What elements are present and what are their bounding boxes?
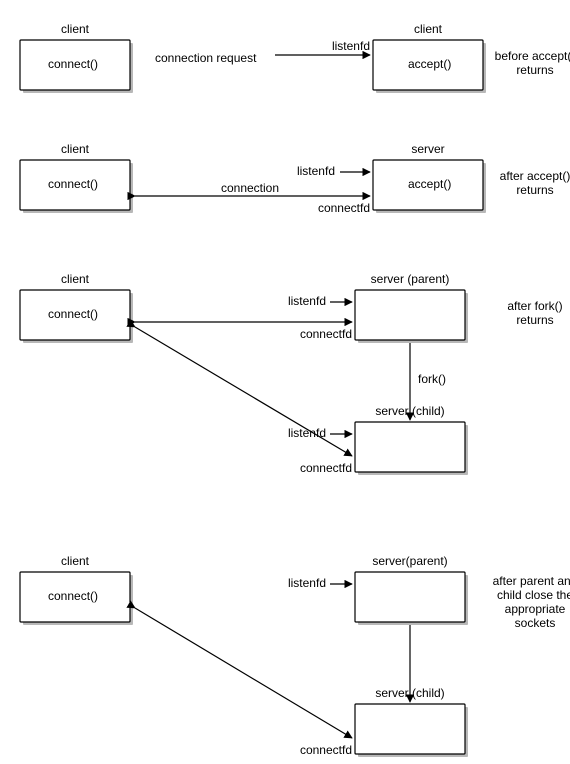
port-parent-connectfd: connectfd: [300, 327, 352, 341]
caption-line1: after fork(): [507, 299, 562, 313]
scene-after-accept: client connect() server accept() listenf…: [20, 142, 570, 215]
server-child-title: server (child): [375, 404, 444, 418]
caption-line2: returns: [516, 63, 553, 77]
client-title: client: [61, 554, 90, 568]
client-title: client: [61, 272, 90, 286]
fork-label: fork(): [418, 372, 446, 386]
server-parent-box: [355, 290, 465, 340]
edge-label: connection: [221, 181, 279, 195]
caption-line1: before accept(): [495, 49, 570, 63]
port-listenfd: listenfd: [297, 164, 335, 178]
port-listenfd: listenfd: [332, 39, 370, 53]
port-parent-listenfd: listenfd: [288, 294, 326, 308]
caption-line2: returns: [516, 183, 553, 197]
server-call: accept(): [408, 57, 451, 71]
port-connectfd: connectfd: [318, 201, 370, 215]
scene-before-accept: client connect() client accept() connect…: [20, 22, 570, 93]
server-child-title: server (child): [375, 686, 444, 700]
client-call: connect(): [48, 589, 98, 603]
server-child-box: [355, 422, 465, 472]
port-child-connectfd: connectfd: [300, 461, 352, 475]
client-call: connect(): [48, 307, 98, 321]
server-parent-box: [355, 572, 465, 622]
server-call: accept(): [408, 177, 451, 191]
client-title: client: [61, 22, 90, 36]
server-child-box: [355, 704, 465, 754]
client-call: connect(): [48, 57, 98, 71]
server-parent-title: server(parent): [372, 554, 447, 568]
server-title: client: [414, 22, 443, 36]
caption-line3: appropriate: [505, 602, 566, 616]
client-call: connect(): [48, 177, 98, 191]
client-title: client: [61, 142, 90, 156]
port-parent-listenfd: listenfd: [288, 576, 326, 590]
server-title: server: [411, 142, 444, 156]
caption-line2: returns: [516, 313, 553, 327]
edge-label: connection request: [155, 51, 257, 65]
caption-line1: after accept(): [500, 169, 570, 183]
caption-line2: child close the: [497, 588, 570, 602]
arrow-child-connectfd: [135, 608, 352, 738]
caption-line4: sockets: [515, 616, 556, 630]
port-child-listenfd: listenfd: [288, 426, 326, 440]
scene-after-fork: client connect() server (parent) listenf…: [20, 272, 563, 475]
scene-after-close: client connect() server(parent) listenfd…: [20, 554, 570, 757]
port-child-connectfd: connectfd: [300, 743, 352, 757]
caption-line1: after parent and: [493, 574, 570, 588]
server-parent-title: server (parent): [371, 272, 450, 286]
arrow-child-connectfd: [135, 327, 352, 456]
